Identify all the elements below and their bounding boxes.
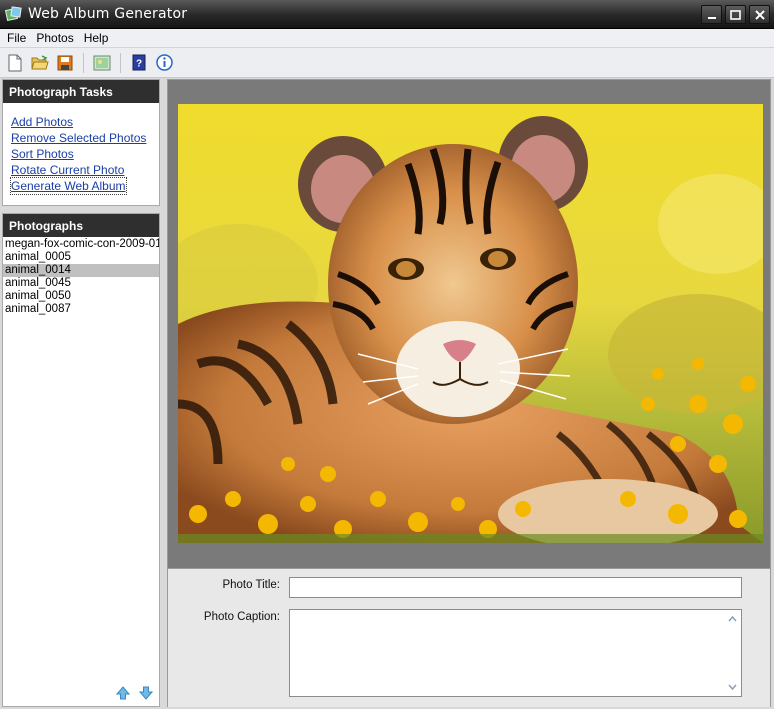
- list-item[interactable]: animal_0005: [3, 251, 159, 264]
- photo-viewer: [167, 79, 771, 569]
- move-down-icon[interactable]: [139, 686, 153, 700]
- svg-text:?: ?: [136, 59, 142, 70]
- tiger-cub-photo: [178, 104, 763, 543]
- close-icon: [754, 9, 765, 20]
- help-book-icon: ?: [132, 54, 146, 71]
- open-folder-icon: [31, 54, 49, 69]
- rotate-current-photo-link[interactable]: Rotate Current Photo: [11, 162, 151, 178]
- generate-web-album-link[interactable]: Generate Web Album: [10, 177, 127, 195]
- info-icon: [155, 54, 173, 71]
- photo-title-label: Photo Title:: [222, 579, 280, 591]
- photo-list: megan-fox-comic-con-2009-01 animal_0005 …: [3, 237, 159, 316]
- photograph-tasks-panel: Photograph Tasks Add Photos Remove Selec…: [2, 79, 160, 206]
- title-bar: Web Album Generator: [0, 0, 774, 29]
- list-item-selected[interactable]: animal_0014: [3, 264, 159, 277]
- menu-bar: File Photos Help: [0, 29, 774, 48]
- toolbar: ?: [0, 48, 774, 78]
- list-item[interactable]: animal_0087: [3, 303, 159, 316]
- toolbar-separator: [83, 52, 84, 73]
- save-button[interactable]: [55, 53, 75, 73]
- photographs-panel: Photographs megan-fox-comic-con-2009-01 …: [2, 213, 160, 707]
- photographs-header: Photographs: [3, 214, 159, 237]
- move-up-icon[interactable]: [116, 686, 130, 700]
- scroll-down-button[interactable]: [724, 679, 740, 695]
- toolbar-separator: [120, 52, 121, 73]
- current-photo: [178, 104, 763, 543]
- app-icon: [4, 6, 22, 22]
- about-button[interactable]: [154, 53, 174, 73]
- maximize-icon: [730, 9, 741, 20]
- close-button[interactable]: [749, 5, 770, 24]
- sort-photos-link[interactable]: Sort Photos: [11, 146, 151, 162]
- minimize-icon: [707, 16, 716, 19]
- open-button[interactable]: [30, 53, 50, 73]
- menu-help[interactable]: Help: [79, 31, 114, 45]
- chevron-down-icon: [727, 684, 737, 690]
- new-button[interactable]: [5, 53, 25, 73]
- maximize-button[interactable]: [725, 5, 746, 24]
- new-file-icon: [8, 54, 22, 71]
- photo-caption-label: Photo Caption:: [203, 611, 280, 623]
- save-icon: [57, 55, 73, 70]
- caption-scrollbar[interactable]: [724, 611, 740, 695]
- list-item[interactable]: animal_0050: [3, 290, 159, 303]
- add-photos-link[interactable]: Add Photos: [11, 114, 151, 130]
- chevron-up-icon: [727, 616, 737, 622]
- photo-details-form: Photo Title: Photo Caption:: [167, 569, 771, 707]
- tasks-header: Photograph Tasks: [3, 80, 159, 103]
- remove-selected-photos-link[interactable]: Remove Selected Photos: [11, 130, 151, 146]
- image-button[interactable]: [92, 53, 112, 73]
- photo-title-input[interactable]: [289, 577, 742, 598]
- minimize-button[interactable]: [701, 5, 722, 24]
- list-item[interactable]: megan-fox-comic-con-2009-01: [3, 238, 159, 251]
- help-button[interactable]: ?: [129, 53, 149, 73]
- image-icon: [93, 55, 111, 70]
- photo-caption-input[interactable]: [289, 609, 742, 697]
- window-title: Web Album Generator: [28, 6, 188, 22]
- menu-photos[interactable]: Photos: [31, 31, 78, 45]
- list-item[interactable]: animal_0045: [3, 277, 159, 290]
- scroll-up-button[interactable]: [724, 611, 740, 627]
- menu-file[interactable]: File: [2, 31, 31, 45]
